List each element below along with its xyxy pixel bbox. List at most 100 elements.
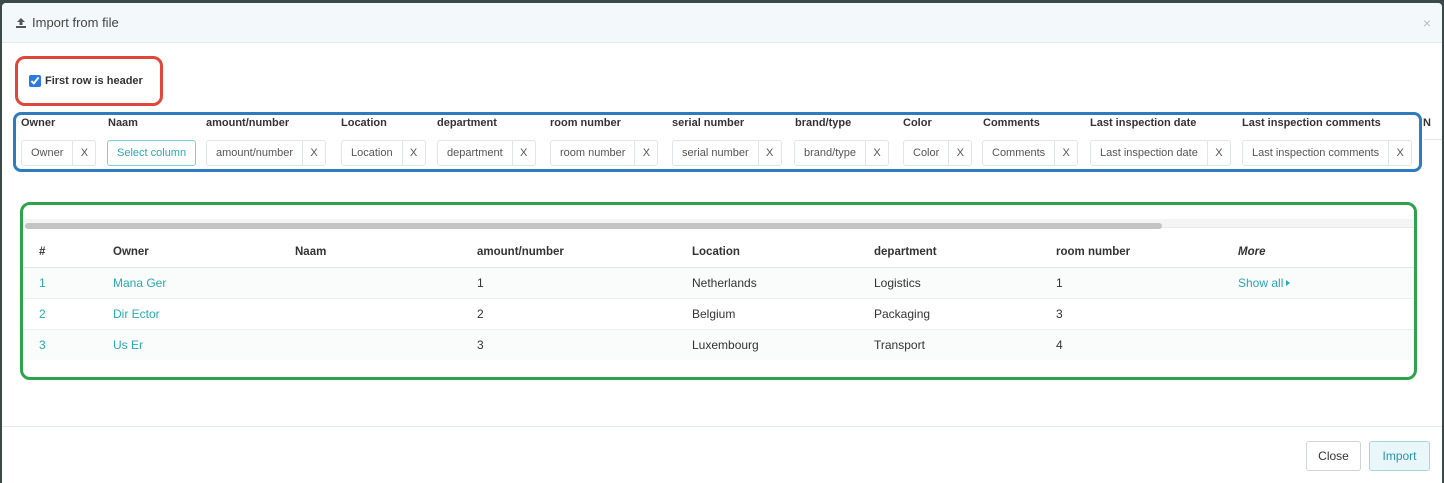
mapping-select-room-number[interactable]: room number X xyxy=(550,140,659,166)
owner-link[interactable]: Dir Ector xyxy=(113,307,160,321)
first-row-header-label: First row is header xyxy=(45,75,143,87)
footer-divider xyxy=(2,426,1442,427)
show-all-label: Show all xyxy=(1238,275,1284,290)
department-cell: Transport xyxy=(874,329,1056,360)
modal-title: Import from file xyxy=(15,15,119,30)
mapping-select-value: Location xyxy=(342,141,403,165)
mapping-select-serial-number[interactable]: serial number X xyxy=(672,140,782,166)
table-row: 1 Mana Ger 1 Netherlands Logistics 1 Sho… xyxy=(23,267,1414,299)
remove-mapping-button[interactable]: X xyxy=(1389,141,1411,165)
mapping-header-last-inspection-date: Last inspection date xyxy=(1090,117,1197,129)
mapping-header-owner: Owner xyxy=(21,117,56,129)
mapping-header-location: Location xyxy=(341,117,387,129)
mapping-select-owner[interactable]: Owner X xyxy=(21,140,97,166)
column-header-location: Location xyxy=(692,237,874,268)
column-header-amount: amount/number xyxy=(477,237,692,268)
mapping-header-last-inspection-comments: Last inspection comments xyxy=(1242,117,1381,129)
department-cell: Packaging xyxy=(874,298,1056,330)
overflow-divider xyxy=(1424,139,1442,140)
column-header-department: department xyxy=(874,237,1056,268)
mapping-select-value: Owner xyxy=(22,141,74,165)
upload-icon xyxy=(16,17,26,28)
mapping-select-value: department xyxy=(438,141,513,165)
mapping-header-brand-type: brand/type xyxy=(795,117,852,129)
import-button[interactable]: Import xyxy=(1369,441,1430,471)
preview-panel: # Owner Naam amount/number Location depa… xyxy=(20,202,1417,380)
row-number-link[interactable]: 2 xyxy=(39,307,46,321)
location-cell: Belgium xyxy=(692,298,874,330)
mapping-header-room-number: room number xyxy=(550,117,621,129)
show-all-link[interactable]: Show all xyxy=(1238,275,1291,290)
remove-mapping-button[interactable]: X xyxy=(759,141,781,165)
column-header-number: # xyxy=(23,237,113,268)
horizontal-scrollbar-thumb[interactable] xyxy=(25,223,1162,229)
more-cell xyxy=(1238,329,1414,360)
amount-cell: 3 xyxy=(477,329,692,360)
preview-table: # Owner Naam amount/number Location depa… xyxy=(23,237,1414,360)
close-button[interactable]: Close xyxy=(1306,441,1361,471)
mapping-select-amount[interactable]: amount/number X xyxy=(206,140,327,166)
column-mapping-panel: Owner Owner X Naam Select column amount/… xyxy=(13,112,1422,172)
remove-mapping-button[interactable]: X xyxy=(513,141,535,165)
mapping-select-last-inspection-date[interactable]: Last inspection date X xyxy=(1090,140,1231,166)
room-number-cell: 1 xyxy=(1056,267,1238,299)
owner-link[interactable]: Us Er xyxy=(113,338,143,352)
table-row: 2 Dir Ector 2 Belgium Packaging 3 xyxy=(23,298,1414,330)
remove-mapping-button[interactable]: X xyxy=(303,141,325,165)
first-row-header-checkbox[interactable] xyxy=(29,75,41,87)
mapping-select-value: Comments xyxy=(983,141,1056,165)
mapping-header-department: department xyxy=(437,117,497,129)
row-number-link[interactable]: 3 xyxy=(39,338,46,352)
modal-title-text: Import from file xyxy=(32,15,119,30)
mapping-select-value: Color xyxy=(904,141,950,165)
remove-mapping-button[interactable]: X xyxy=(403,141,425,165)
mapping-select-value: room number xyxy=(551,141,636,165)
column-header-naam: Naam xyxy=(295,237,477,268)
modal-header: Import from file × xyxy=(2,3,1442,43)
import-modal: Import from file × First row is header O… xyxy=(2,3,1442,483)
mapping-select-brand-type[interactable]: brand/type X xyxy=(794,140,889,166)
naam-cell xyxy=(295,267,477,299)
room-number-cell: 3 xyxy=(1056,298,1238,330)
remove-mapping-button[interactable]: X xyxy=(1055,141,1077,165)
mapping-select-last-inspection-comments[interactable]: Last inspection comments X xyxy=(1242,140,1413,166)
naam-cell xyxy=(295,298,477,330)
column-header-more: More xyxy=(1238,237,1414,268)
column-header-owner: Owner xyxy=(113,237,295,268)
amount-cell: 1 xyxy=(477,267,692,299)
table-header-row: # Owner Naam amount/number Location depa… xyxy=(23,237,1414,268)
remove-mapping-button[interactable]: X xyxy=(73,141,95,165)
first-row-header-option: First row is header xyxy=(15,56,163,106)
table-row: 3 Us Er 3 Luxembourg Transport 4 xyxy=(23,329,1414,360)
mapping-header-naam: Naam xyxy=(108,117,138,129)
caret-right-icon xyxy=(1286,279,1291,286)
more-cell xyxy=(1238,298,1414,330)
location-cell: Netherlands xyxy=(692,267,874,299)
remove-mapping-button[interactable]: X xyxy=(866,141,888,165)
mapping-select-placeholder: Select column xyxy=(117,147,187,159)
room-number-cell: 4 xyxy=(1056,329,1238,360)
mapping-select-color[interactable]: Color X xyxy=(903,140,973,166)
close-icon[interactable]: × xyxy=(1423,15,1431,31)
mapping-header-serial-number: serial number xyxy=(672,117,745,129)
amount-cell: 2 xyxy=(477,298,692,330)
mapping-select-value: brand/type xyxy=(795,141,866,165)
mapping-select-naam[interactable]: Select column xyxy=(107,140,197,166)
mapping-select-value: amount/number xyxy=(207,141,304,165)
column-header-room-number: room number xyxy=(1056,237,1238,268)
naam-cell xyxy=(295,329,477,360)
mapping-select-value: serial number xyxy=(673,141,759,165)
mapping-select-value: Last inspection comments xyxy=(1243,141,1390,165)
row-number-link[interactable]: 1 xyxy=(39,276,46,290)
remove-mapping-button[interactable]: X xyxy=(949,141,971,165)
remove-mapping-button[interactable]: X xyxy=(635,141,657,165)
mapping-select-comments[interactable]: Comments X xyxy=(982,140,1079,166)
mapping-header-comments: Comments xyxy=(983,117,1040,129)
mapping-header-overflow: N xyxy=(1423,117,1431,129)
mapping-select-department[interactable]: department X xyxy=(437,140,536,166)
remove-mapping-button[interactable]: X xyxy=(1208,141,1230,165)
mapping-header-color: Color xyxy=(903,117,932,129)
mapping-select-value: Last inspection date xyxy=(1091,141,1208,165)
mapping-select-location[interactable]: Location X xyxy=(341,140,426,166)
owner-link[interactable]: Mana Ger xyxy=(113,276,166,290)
